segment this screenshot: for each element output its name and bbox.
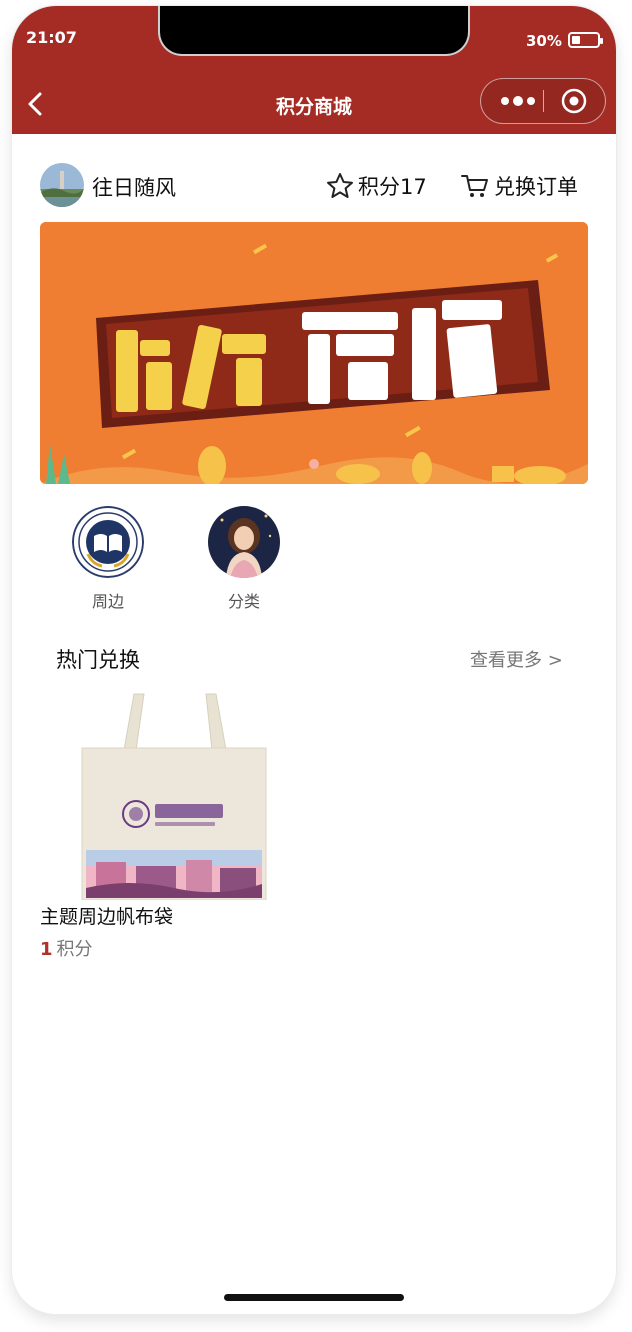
points-label: 积分17 (358, 175, 427, 199)
orders-button[interactable]: 兑换订单 (460, 170, 578, 202)
star-icon (327, 173, 353, 198)
close-target-icon[interactable] (559, 86, 589, 116)
product-image (40, 692, 272, 901)
home-indicator[interactable] (224, 1294, 404, 1301)
product-price-value: 1 (40, 939, 53, 960)
cart-icon (461, 175, 488, 197)
top-bar: 21:07 30% 积分商城 (12, 6, 616, 134)
notch (160, 6, 468, 54)
points-button[interactable]: 积分17 (326, 170, 427, 202)
category-label-classify: 分类 (227, 592, 260, 611)
orders-label: 兑换订单 (494, 175, 578, 199)
category-label-merch: 周边 (91, 592, 124, 611)
avatar[interactable] (40, 163, 84, 207)
product-price-unit: 积分 (56, 939, 93, 960)
phone-frame: 21:07 30% 积分商城 往日随风 积分17 兑换订单 周边 分类 热门兑换… (12, 6, 616, 1314)
mini-program-capsule (480, 78, 606, 124)
product-card[interactable]: 主题周边帆布袋 1 积分 (40, 692, 272, 961)
more-dots-icon[interactable] (493, 79, 543, 122)
product-name: 主题周边帆布袋 (40, 906, 174, 928)
username: 往日随风 (92, 176, 176, 200)
status-time: 21:07 (26, 28, 77, 47)
product-price: 1 积分 (40, 935, 272, 961)
battery-icon (568, 32, 603, 48)
view-more-link[interactable]: 查看更多 > (470, 646, 563, 672)
battery-percentage: 30% (526, 32, 562, 50)
capsule-divider (543, 90, 544, 112)
hot-section-title: 热门兑换 (56, 648, 140, 672)
university-badge-icon (72, 506, 144, 578)
user-info-row: 往日随风 积分17 兑换订单 (40, 162, 600, 210)
banner[interactable] (40, 222, 588, 484)
category-merch[interactable]: 周边 (68, 506, 148, 612)
category-classify[interactable]: 分类 (204, 506, 284, 612)
category-avatar-image (208, 506, 280, 578)
